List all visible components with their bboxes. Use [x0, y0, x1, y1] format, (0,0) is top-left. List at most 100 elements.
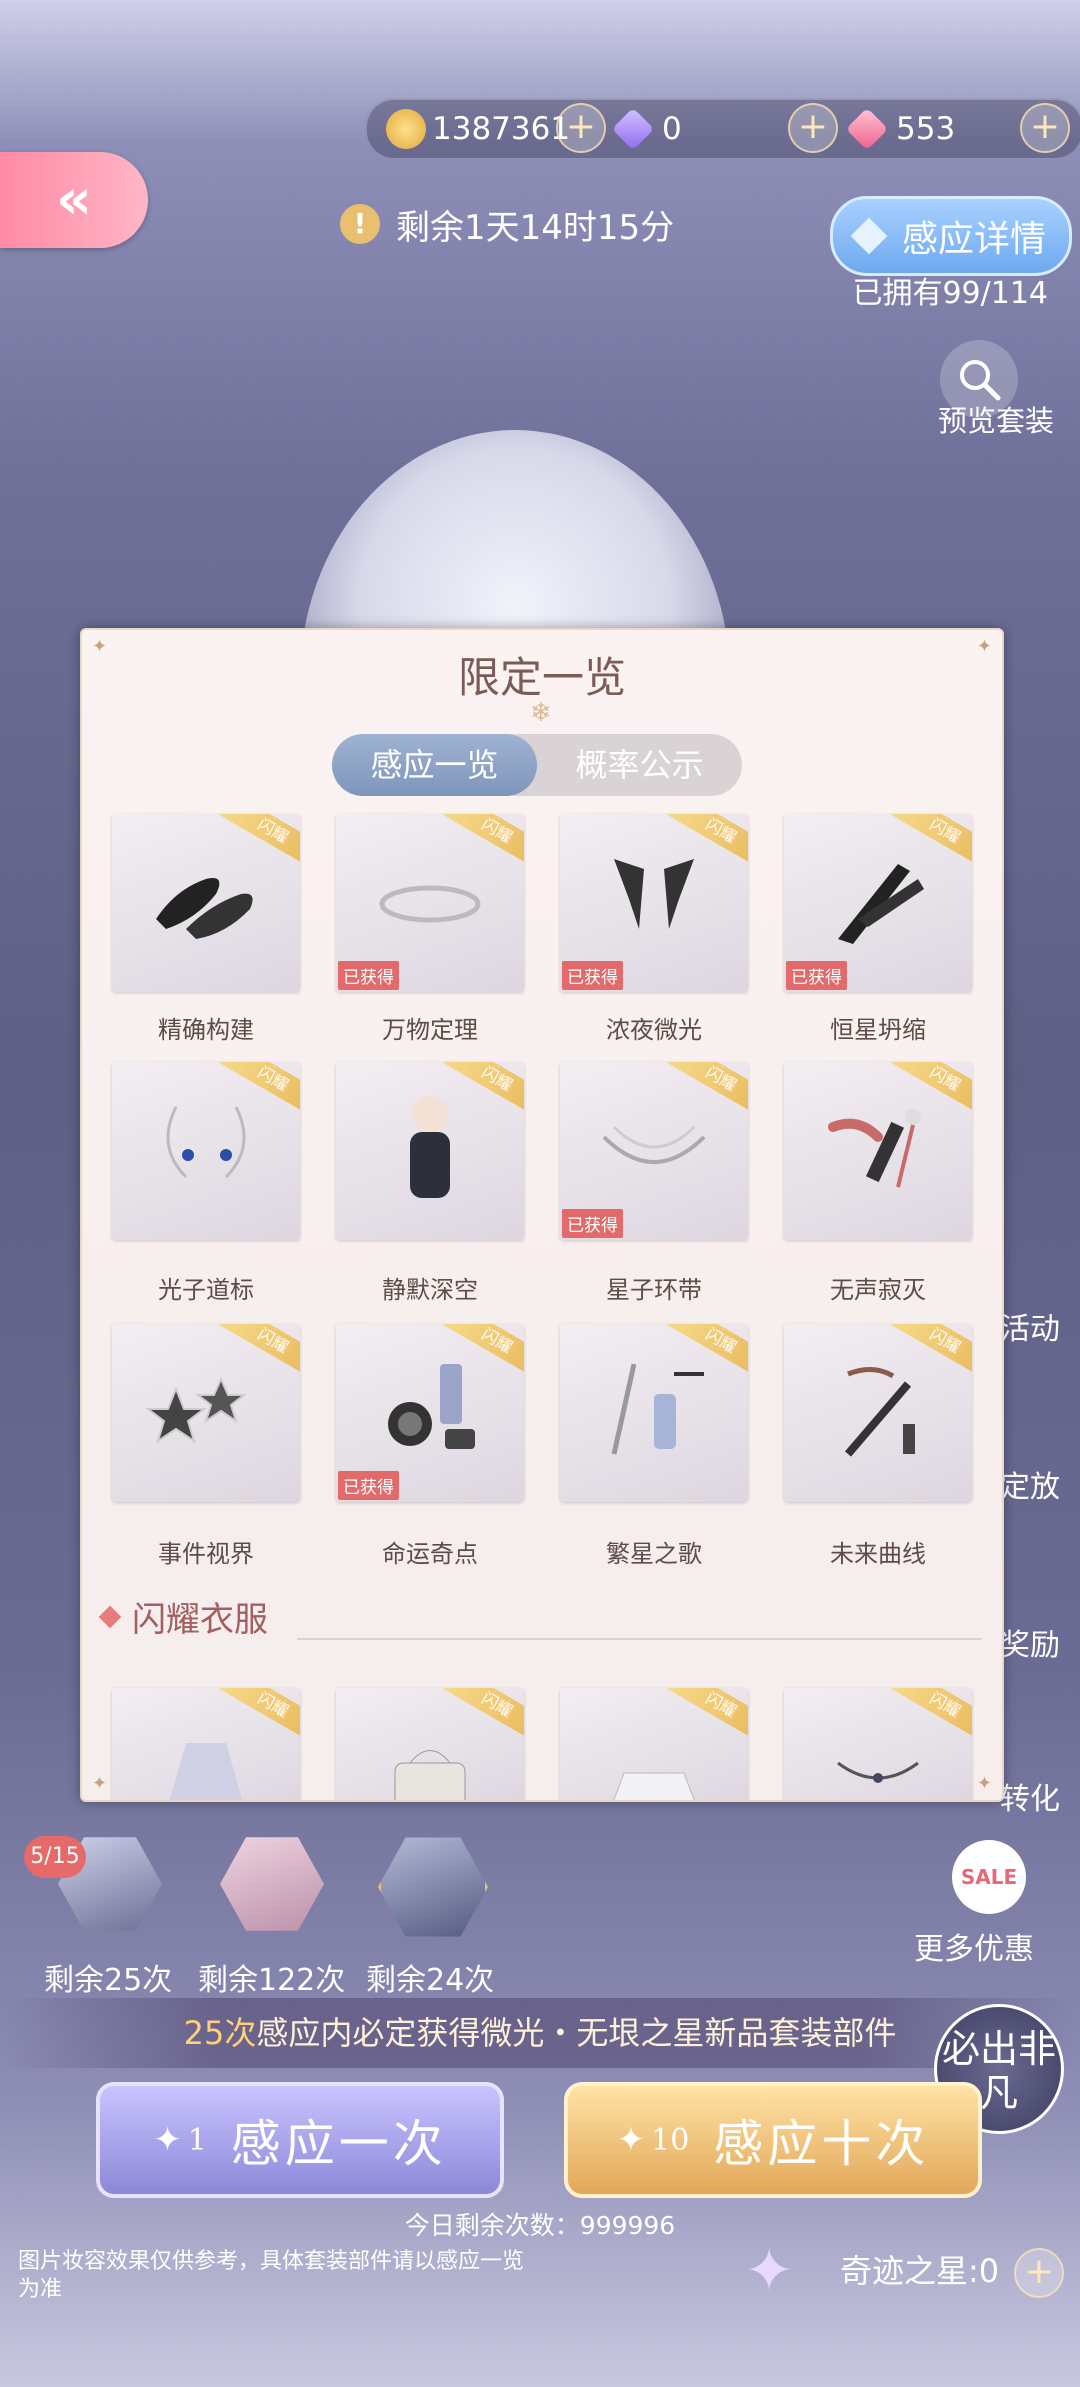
induction-detail-button[interactable]: 感应详情 [830, 196, 1072, 276]
miracle-star-count: 奇迹之星:0 [840, 2252, 1000, 2290]
add-purple-diamond-button[interactable]: + [788, 103, 838, 153]
item-card[interactable]: 闪耀 [784, 1062, 972, 1240]
hairpin-icon [818, 1718, 938, 1800]
item-card[interactable]: 闪耀 [784, 1324, 972, 1502]
item-card[interactable]: 闪耀 已获得 [560, 1062, 748, 1240]
tab-probability[interactable]: 概率公示 [537, 734, 742, 796]
owned-tag: 已获得 [786, 961, 847, 990]
preview-outfit-label: 预览套装 [938, 404, 1055, 438]
sparkle-icon: ✦ [616, 2120, 646, 2160]
item-name: 繁星之歌 [606, 1540, 702, 1568]
owned-tag: 已获得 [338, 1471, 399, 1500]
coin-icon [386, 109, 426, 149]
side-menu-reward[interactable]: 奖励 [1000, 1620, 1060, 1664]
owned-tag: 已获得 [562, 1209, 623, 1238]
remaining-count: 剩余122次 [198, 1963, 346, 1998]
item-card[interactable]: 闪耀 [336, 1062, 524, 1240]
skirt-icon [594, 1718, 714, 1800]
back-button[interactable]: « [0, 152, 148, 248]
remaining-count: 剩余25次 [44, 1963, 173, 1998]
corner-ornament: ✦ [92, 1773, 108, 1794]
item-card[interactable]: 闪耀 [112, 1324, 300, 1502]
item-card[interactable]: 闪耀 [560, 1324, 748, 1502]
item-name: 星子环带 [606, 1276, 702, 1304]
purple-diamond-icon [611, 107, 655, 151]
item-name: 精确构建 [158, 1016, 254, 1044]
dress-icon [146, 1718, 266, 1800]
pink-diamond-icon [845, 107, 889, 151]
more-deals-button[interactable]: SALE 更多优惠 [906, 1840, 1066, 1967]
item-name: 未来曲线 [830, 1540, 926, 1568]
item-card[interactable]: 闪耀 [784, 1688, 972, 1800]
corner-ornament: ✦ [976, 1773, 992, 1794]
add-coin-button[interactable]: + [556, 103, 606, 153]
side-menu-event[interactable]: 活动 [1000, 1304, 1060, 1348]
diamond-icon [850, 217, 888, 255]
purple-diamond-balance: 0 [611, 104, 682, 154]
shine-clothes-section-title: 闪耀衣服 [98, 1592, 268, 1641]
sparkle-icon: ✦ [153, 2120, 182, 2160]
item-card[interactable]: 闪耀 已获得 [784, 814, 972, 992]
earrings-icon [146, 1092, 266, 1202]
brush-icon [818, 1354, 938, 1464]
remaining-count: 剩余24次 [366, 1963, 495, 1998]
diamond-bullet-icon [98, 1605, 122, 1628]
item-card[interactable]: 闪耀 已获得 [336, 814, 524, 992]
bodysuit-icon [370, 1092, 490, 1202]
wings-icon [594, 844, 714, 954]
modal-title: 限定一览 [457, 653, 626, 702]
pity-badge: 5/15 [24, 1836, 86, 1878]
gloves-icon [818, 844, 938, 954]
pink-diamond-balance: 553 [845, 104, 955, 154]
owned-tag: 已获得 [562, 961, 623, 990]
add-pink-diamond-button[interactable]: + [1020, 103, 1070, 153]
pity-compact-icon [220, 1837, 324, 1931]
tiara-icon [370, 844, 490, 954]
wand-icon [594, 1354, 714, 1464]
tab-induction-overview[interactable]: 感应一览 [332, 734, 537, 796]
item-card[interactable]: 闪耀 已获得 [560, 814, 748, 992]
item-name: 静默深空 [382, 1276, 478, 1304]
sale-bag-icon: SALE [952, 1840, 1026, 1914]
item-card[interactable]: 闪耀 已获得 [336, 1324, 524, 1502]
makeup-icon [370, 1354, 490, 1464]
owned-count: 已拥有99/114 [852, 276, 1048, 311]
miracle-star-icon: ✦ [744, 2236, 795, 2306]
today-remaining: 今日剩余次数：999996 [404, 2211, 676, 2240]
alert-icon: ! [340, 204, 380, 244]
pity-item[interactable] [220, 1832, 324, 1942]
shoes-icon [146, 844, 266, 954]
pity-outfit-icon [378, 1837, 488, 1937]
modal-tabs: 感应一览 概率公示 [332, 734, 742, 796]
side-menu-release[interactable]: 定放 [1000, 1462, 1060, 1506]
draw-ten-button[interactable]: ✦ 10 感应十次 [564, 2082, 982, 2198]
item-name: 浓夜微光 [606, 1016, 702, 1044]
magnifier-icon [960, 360, 1001, 401]
item-card[interactable]: 闪耀 [560, 1688, 748, 1800]
hairclip-icon [146, 1354, 266, 1464]
guarantee-banner: 25次感应内必定获得微光・无垠之星新品套装部件 [0, 1998, 1080, 2068]
event-timer: ! 剩余1天14时15分 [340, 196, 674, 252]
side-menu-convert[interactable]: 转化 [1000, 1774, 1060, 1818]
snowflake-icon: ❄ [530, 698, 552, 728]
item-card[interactable]: 闪耀 [112, 814, 300, 992]
item-card[interactable]: 闪耀 [336, 1688, 524, 1800]
item-name: 光子道标 [158, 1276, 254, 1304]
coin-balance: 1387361 [386, 104, 570, 154]
disclaimer-text: 图片妆容效果仅供参考，具体套装部件请以感应一览为准 [18, 2249, 525, 2302]
owned-tag: 已获得 [338, 961, 399, 990]
item-card[interactable]: 闪耀 [112, 1062, 300, 1240]
handbag-icon [370, 1718, 490, 1800]
draw-once-button[interactable]: ✦ 1 感应一次 [96, 2082, 504, 2198]
add-miracle-star-button[interactable]: + [1014, 2248, 1064, 2298]
item-name: 恒星坍缩 [830, 1016, 926, 1044]
pity-item[interactable] [378, 1832, 488, 1942]
item-name: 事件视界 [158, 1540, 254, 1568]
limited-overview-modal: ✦ ✦ ✦ ✦ 限定一览 ❄ 感应一览 概率公示 闪耀 精确构建 闪耀 已获得 … [80, 628, 1004, 1802]
section-divider [297, 1638, 982, 1640]
lipstick-icon [818, 1092, 938, 1202]
necklace-icon [594, 1092, 714, 1202]
item-name: 命运奇点 [382, 1540, 478, 1568]
item-name: 万物定理 [382, 1016, 478, 1044]
item-card[interactable]: 闪耀 [112, 1688, 300, 1800]
